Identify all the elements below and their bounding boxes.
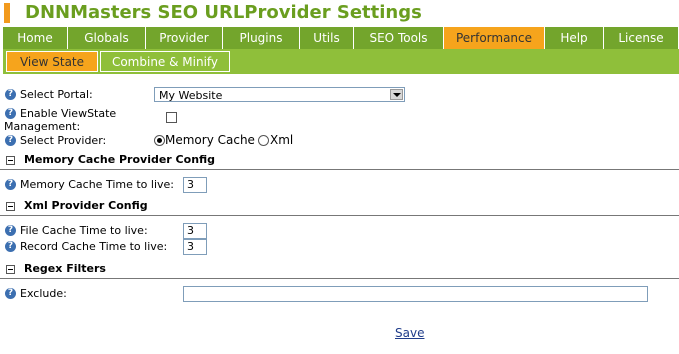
exclude-label: Exclude: [20, 287, 67, 300]
provider-radio-memory[interactable] [154, 135, 165, 146]
header: DNNMasters SEO URLProvider Settings [0, 0, 679, 26]
select-portal-label: Select Portal: [20, 88, 93, 101]
select-provider-label: Select Provider: [20, 134, 107, 147]
help-icon[interactable]: ? [5, 241, 16, 252]
exclude-input[interactable] [183, 286, 648, 302]
main-nav: Home Globals Provider Plugins Utils SEO … [3, 26, 679, 50]
provider-radio-memory-label[interactable]: Memory Cache [165, 133, 255, 147]
tab-home[interactable]: Home [3, 27, 68, 50]
collapse-icon[interactable] [6, 202, 15, 211]
enable-viewstate-checkbox[interactable] [166, 112, 177, 123]
provider-radio-xml[interactable] [258, 135, 269, 146]
memory-section-title: Memory Cache Provider Config [24, 153, 216, 166]
portal-select[interactable]: My Website [154, 87, 405, 102]
tab-plugins[interactable]: Plugins [223, 27, 300, 50]
sub-nav: View State Combine & Minify [3, 49, 679, 74]
enable-viewstate-label-line2: Management: [4, 120, 81, 133]
tab-help[interactable]: Help [545, 27, 604, 50]
tab-license[interactable]: License [604, 27, 679, 50]
help-icon[interactable]: ? [5, 179, 16, 190]
help-icon[interactable]: ? [5, 225, 16, 236]
help-icon[interactable]: ? [5, 288, 16, 299]
regex-section-title: Regex Filters [24, 262, 106, 275]
xml-section-title: Xml Provider Config [24, 199, 148, 212]
collapse-icon[interactable] [6, 156, 15, 165]
tab-view-state[interactable]: View State [6, 51, 98, 72]
memory-cache-time-label: Memory Cache Time to live: [20, 178, 174, 191]
page-title: DNNMasters SEO URLProvider Settings [25, 2, 422, 23]
enable-viewstate-label-line1: Enable ViewState [20, 107, 117, 120]
memory-cache-time-input[interactable]: 3 [183, 177, 207, 193]
help-icon[interactable]: ? [5, 135, 16, 146]
title-accent-bar [4, 3, 10, 23]
file-cache-time-label: File Cache Time to live: [20, 224, 148, 237]
regex-section-header: Regex Filters [0, 261, 679, 279]
tab-combine-minify[interactable]: Combine & Minify [100, 51, 230, 72]
memory-section-header: Memory Cache Provider Config [0, 152, 679, 170]
tab-utils[interactable]: Utils [300, 27, 354, 50]
help-icon[interactable]: ? [5, 108, 16, 119]
file-cache-time-input[interactable]: 3 [183, 223, 207, 239]
collapse-icon[interactable] [6, 265, 15, 274]
tab-globals[interactable]: Globals [68, 27, 146, 50]
tab-seo-tools[interactable]: SEO Tools [354, 27, 444, 50]
save-link[interactable]: Save [395, 326, 424, 340]
portal-select-value: My Website [159, 89, 223, 102]
help-icon[interactable]: ? [5, 89, 16, 100]
record-cache-time-input[interactable]: 3 [183, 239, 207, 255]
chevron-down-icon[interactable] [390, 89, 403, 100]
record-cache-time-label: Record Cache Time to live: [20, 240, 168, 253]
provider-radio-xml-label[interactable]: Xml [270, 133, 293, 147]
tab-provider[interactable]: Provider [146, 27, 223, 50]
xml-section-header: Xml Provider Config [0, 198, 679, 216]
tab-performance[interactable]: Performance [444, 27, 545, 50]
